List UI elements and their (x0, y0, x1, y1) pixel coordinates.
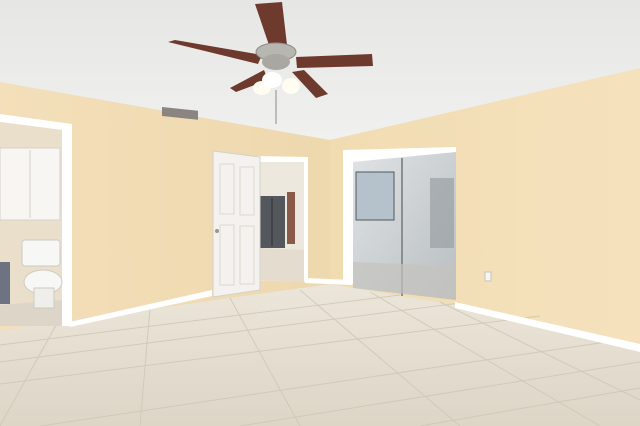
room-photo (0, 0, 640, 426)
bathroom-doorway (0, 114, 72, 326)
electrical-outlet (484, 271, 492, 282)
sliding-glass-door (343, 147, 456, 300)
hallway-opening (255, 156, 308, 282)
room-illustration (0, 0, 640, 426)
paneled-door (212, 150, 261, 298)
towel (0, 262, 10, 304)
